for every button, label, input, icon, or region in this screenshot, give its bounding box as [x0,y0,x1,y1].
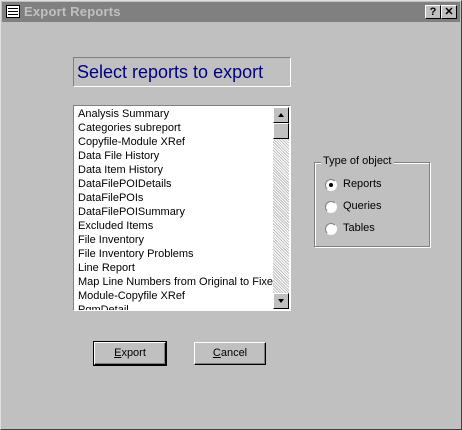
list-item[interactable]: DataFilePOISummary [78,205,274,219]
export-label: xport [121,347,146,359]
close-button[interactable]: ✕ [441,5,457,19]
window-title: Export Reports [24,4,121,19]
list-item[interactable]: File Inventory Problems [78,247,274,261]
list-item[interactable]: PgmDetail [78,303,274,310]
list-item[interactable]: DataFilePOIDetails [78,177,274,191]
radio-label-queries: Queries [343,200,382,212]
group-label: Type of object [321,155,394,167]
radio-icon[interactable] [325,179,337,191]
radio-icon[interactable] [325,201,337,213]
scroll-thumb[interactable] [273,123,289,139]
list-item[interactable]: DataFilePOIs [78,191,274,205]
radio-icon[interactable] [325,223,337,235]
list-item[interactable]: Analysis Summary [78,107,274,121]
list-item[interactable]: Data Item History [78,163,274,177]
help-button[interactable]: ? [425,5,441,19]
arrow-down-icon[interactable] [273,293,289,309]
list-item[interactable]: Line Report [78,261,274,275]
cancel-label: ancel [220,347,248,359]
radio-label-reports: Reports [343,178,382,190]
list-item[interactable]: Categories subreport [78,121,274,135]
type-of-object-group: Type of object Reports Queries Tables [314,155,430,247]
arrow-up-icon[interactable] [273,107,289,123]
list-item[interactable]: Map Line Numbers from Original to Fixed … [78,275,274,289]
form-icon [6,5,20,18]
list-item[interactable]: File Inventory [78,233,274,247]
export-reports-dialog: Export Reports ? ✕ Select reports to exp… [0,0,462,430]
list-item[interactable]: Copyfile-Module XRef [78,135,274,149]
reports-scrollbar[interactable] [273,107,289,309]
list-item[interactable]: Data File History [78,149,274,163]
cancel-accel: C [212,347,221,359]
reports-list: Analysis Summary Categories subreport Copy… [78,107,274,310]
radio-label-tables: Tables [343,222,375,234]
reports-listbox[interactable]: Analysis Summary Categories subreport Copy… [73,105,291,311]
list-item[interactable]: Module-Copyfile XRef [78,289,274,303]
export-button[interactable]: Export [93,341,167,366]
list-item[interactable]: Excluded Items [78,219,274,233]
cancel-button[interactable]: Cancel [194,342,266,365]
title-bar[interactable]: Export Reports ? ✕ [2,2,460,22]
radio-selected-dot [329,183,333,187]
page-title: Select reports to export [73,57,291,87]
